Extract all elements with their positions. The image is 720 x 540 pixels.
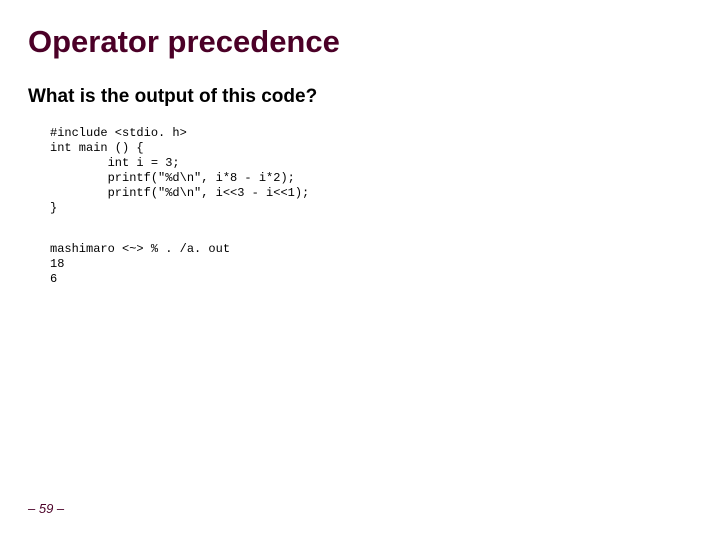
slide-title: Operator precedence xyxy=(28,24,692,60)
slide: Operator precedence What is the output o… xyxy=(0,0,720,540)
slide-question: What is the output of this code? xyxy=(28,86,692,108)
code-block: #include <stdio. h> int main () { int i … xyxy=(50,126,692,216)
output-block: mashimaro <~> % . /a. out 18 6 xyxy=(50,242,692,287)
page-number: – 59 – xyxy=(28,501,64,516)
